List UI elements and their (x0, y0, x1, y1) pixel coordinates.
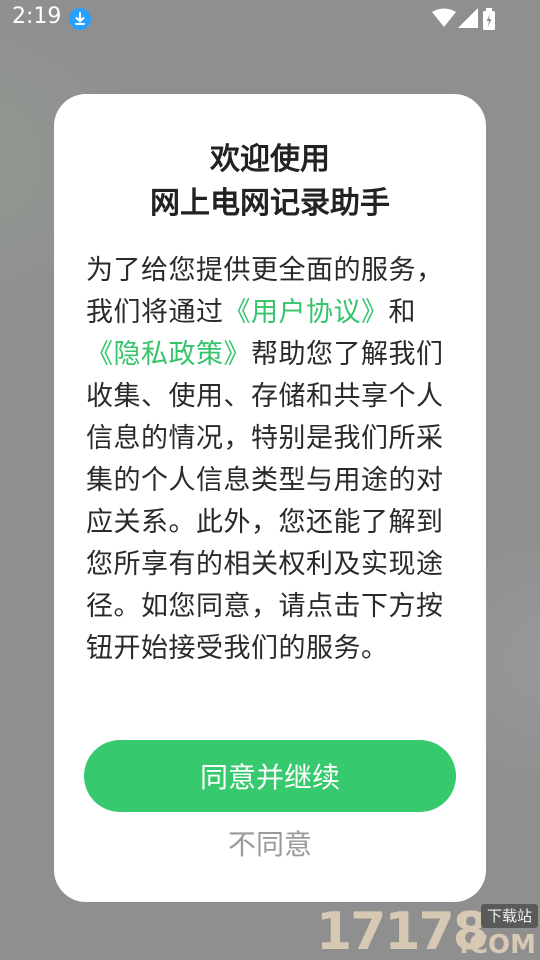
privacy-policy-link[interactable]: 《隐私政策》 (86, 339, 251, 370)
site-watermark: 17178 下载站 .COM (316, 900, 540, 960)
watermark-tag: 下载站 (480, 904, 538, 928)
status-bar: 2:19 (0, 0, 540, 38)
wifi-icon (432, 8, 456, 32)
user-agreement-link[interactable]: 《用户协议》 (224, 297, 389, 328)
signal-icon (458, 8, 478, 32)
status-time: 2:19 (12, 4, 62, 29)
title-line-2: 网上电网记录助手 (150, 186, 390, 221)
agree-button[interactable]: 同意并继续 (84, 740, 456, 812)
download-icon (69, 8, 91, 30)
dialog-title: 欢迎使用 网上电网记录助手 (54, 138, 486, 226)
dialog-body: 为了给您提供更全面的服务，我们将通过《用户协议》和《隐私政策》帮助您了解我们收集… (86, 250, 458, 670)
disagree-button[interactable]: 不同意 (170, 824, 370, 866)
battery-icon (482, 8, 496, 34)
title-line-1: 欢迎使用 (210, 142, 330, 177)
body-text-after: 帮助您了解我们收集、使用、存储和共享个人信息的情况，特别是我们所采集的个人信息类… (86, 339, 444, 664)
body-and-text: 和 (388, 297, 416, 328)
privacy-dialog: 欢迎使用 网上电网记录助手 为了给您提供更全面的服务，我们将通过《用户协议》和《… (54, 94, 486, 902)
watermark-domain: .COM (459, 930, 536, 960)
